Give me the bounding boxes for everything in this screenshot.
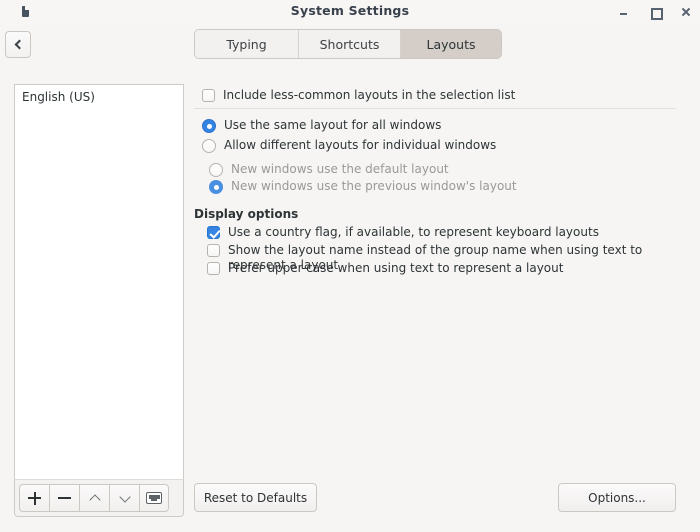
options-button[interactable]: Options...	[558, 483, 676, 512]
radio-same-layout[interactable]	[202, 119, 216, 133]
back-button[interactable]	[5, 31, 31, 58]
radio-default-layout-row: New windows use the default layout	[209, 162, 449, 177]
maximize-icon[interactable]	[650, 7, 663, 20]
radio-default-layout	[209, 163, 223, 177]
country-flag-label: Use a country flag, if available, to rep…	[228, 225, 599, 239]
radio-different-layouts-label: Allow different layouts for individual w…	[224, 138, 497, 152]
country-flag-checkbox[interactable]	[207, 226, 220, 239]
radio-default-layout-label: New windows use the default layout	[231, 162, 449, 176]
move-down-button[interactable]	[109, 484, 139, 512]
upper-case-label: Prefer upper-case when using text to rep…	[228, 261, 564, 275]
move-up-button[interactable]	[79, 484, 109, 512]
chevron-up-icon	[88, 493, 101, 506]
tab-layouts[interactable]: Layouts	[401, 30, 501, 58]
upper-case-checkbox[interactable]	[207, 262, 220, 275]
radio-previous-layout-row: New windows use the previous window's la…	[209, 179, 517, 194]
chevron-down-icon	[118, 490, 131, 503]
radio-same-layout-label: Use the same layout for all windows	[224, 118, 442, 132]
tab-bar: Typing Shortcuts Layouts	[194, 29, 502, 59]
list-item[interactable]: English (US)	[15, 85, 183, 108]
include-less-common-label: Include less-common layouts in the selec…	[223, 88, 516, 102]
tab-typing[interactable]: Typing	[195, 30, 299, 58]
radio-different-layouts-row[interactable]: Allow different layouts for individual w…	[202, 138, 496, 153]
radio-same-layout-row[interactable]: Use the same layout for all windows	[202, 118, 441, 133]
radio-previous-layout-label: New windows use the previous window's la…	[231, 179, 517, 193]
radio-different-layouts[interactable]	[202, 139, 216, 153]
layout-list-toolbar	[14, 479, 184, 517]
minimize-icon[interactable]	[619, 7, 630, 18]
title-bar: System Settings	[0, 0, 700, 25]
include-less-common-row[interactable]: Include less-common layouts in the selec…	[202, 88, 515, 103]
action-bar: Reset to Defaults Options...	[194, 479, 686, 517]
window-title: System Settings	[290, 3, 410, 18]
upper-case-row[interactable]: Prefer upper-case when using text to rep…	[207, 261, 563, 276]
layouts-panel: English (US)	[14, 84, 184, 517]
layouts-options-panel: Include less-common layouts in the selec…	[194, 84, 686, 517]
separator	[194, 108, 676, 109]
display-options-title: Display options	[194, 207, 299, 221]
close-icon[interactable]	[681, 7, 692, 18]
preview-layout-button[interactable]	[139, 484, 169, 512]
include-less-common-checkbox[interactable]	[202, 89, 215, 102]
minus-icon	[58, 492, 71, 505]
plus-icon	[28, 491, 41, 505]
reset-to-defaults-button[interactable]: Reset to Defaults	[194, 483, 317, 512]
header-bar: Typing Shortcuts Layouts	[0, 25, 700, 70]
window-controls	[619, 0, 692, 25]
remove-layout-button[interactable]	[49, 484, 79, 512]
radio-previous-layout	[209, 180, 223, 194]
country-flag-row[interactable]: Use a country flag, if available, to rep…	[207, 225, 599, 240]
chevron-left-icon	[14, 39, 24, 50]
keyboard-icon	[146, 492, 162, 504]
layout-list[interactable]: English (US)	[14, 84, 184, 479]
tab-shortcuts[interactable]: Shortcuts	[299, 30, 401, 58]
add-layout-button[interactable]	[19, 484, 49, 512]
layout-name-checkbox[interactable]	[207, 244, 220, 257]
